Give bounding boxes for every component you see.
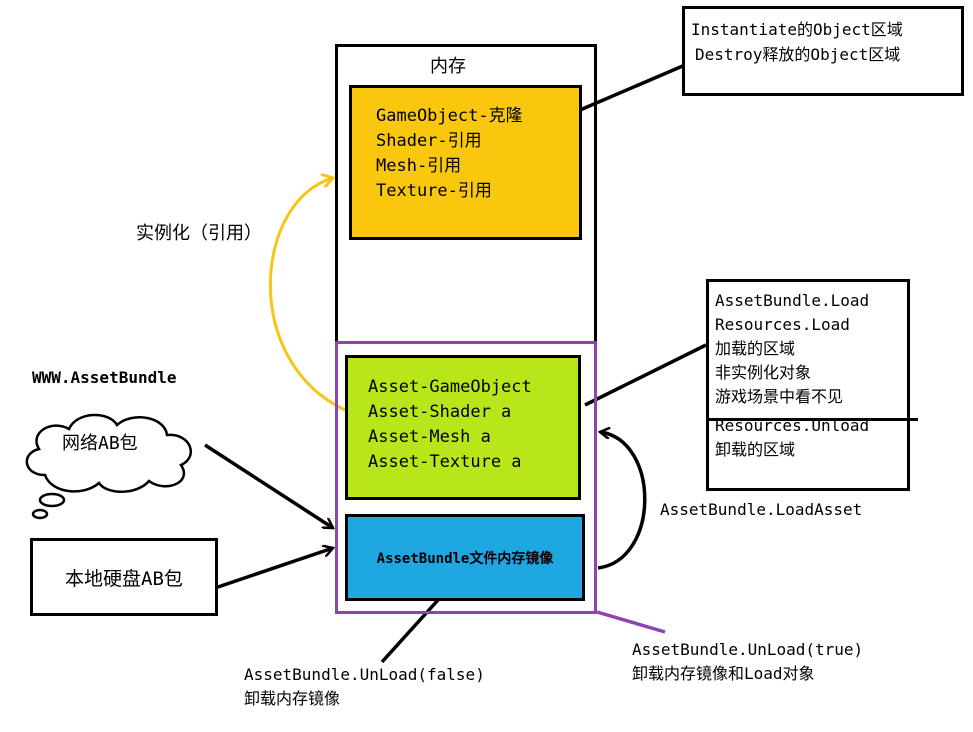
load-note-line-3: 加载的区域 — [715, 339, 796, 358]
load-note: AssetBundle.Load Resources.Load 加载的区域 非实… — [706, 279, 910, 491]
instance-line-3: Mesh-引用 — [376, 156, 462, 176]
ab-mirror-box: AssetBundle文件内存镜像 — [345, 514, 585, 601]
load-note-line-4: 非实例化对象 — [715, 363, 812, 382]
local-ab-box: 本地硬盘AB包 — [30, 538, 218, 616]
ab-mirror-label: AssetBundle文件内存镜像 — [376, 550, 554, 567]
instance-line-4: Texture-引用 — [376, 181, 492, 201]
asset-box: Asset-GameObject Asset-Shader a Asset-Me… — [345, 355, 581, 500]
asset-line-4: Asset-Texture a — [368, 452, 522, 472]
unload-true-label: AssetBundle.UnLoad(true) — [632, 640, 864, 659]
asset-line-3: Asset-Mesh a — [368, 427, 491, 447]
instantiate-arrow — [269, 178, 346, 412]
load-note-line-5: 游戏场景中看不见 — [715, 387, 844, 406]
line-asset-to-note — [584, 343, 707, 407]
network-ab-arrow — [204, 443, 333, 530]
instantiate-note-line-1: Instantiate的Object区域 — [691, 20, 903, 39]
unload-true-desc: 卸载内存镜像和Load对象 — [632, 664, 815, 683]
instance-box: GameObject-克隆 Shader-引用 Mesh-引用 Texture-… — [349, 85, 582, 240]
load-asset-label: AssetBundle.LoadAsset — [660, 500, 863, 519]
load-note-line-2: Resources.Load — [715, 315, 850, 334]
instance-line-1: GameObject-克隆 — [376, 106, 523, 126]
instantiate-label: 实例化（引用） — [136, 223, 262, 244]
asset-line-1: Asset-GameObject — [368, 377, 532, 397]
unload-note-line-2: 卸载的区域 — [715, 440, 796, 459]
unload-false-desc: 卸载内存镜像 — [244, 689, 341, 708]
load-asset-arrow — [598, 432, 647, 570]
load-note-line-1: AssetBundle.Load — [715, 291, 870, 310]
load-note-divider — [706, 418, 918, 421]
local-ab-arrow — [214, 548, 333, 590]
unload-false-label: AssetBundle.UnLoad(false) — [244, 665, 485, 684]
unload-true-line — [596, 610, 666, 634]
network-ab-label: 网络AB包 — [62, 433, 138, 454]
instantiate-note-line-2: Destroy释放的Object区域 — [695, 45, 901, 64]
memory-title: 内存 — [430, 56, 466, 77]
cloud-bubble-large — [38, 492, 66, 508]
cloud-bubble-small — [31, 508, 49, 520]
asset-line-2: Asset-Shader a — [368, 402, 512, 422]
local-ab-label: 本地硬盘AB包 — [65, 567, 183, 590]
instance-line-2: Shader-引用 — [376, 131, 482, 151]
www-label: WWW.AssetBundle — [32, 368, 177, 387]
instantiate-note: Instantiate的Object区域 Destroy释放的Object区域 — [682, 6, 964, 96]
